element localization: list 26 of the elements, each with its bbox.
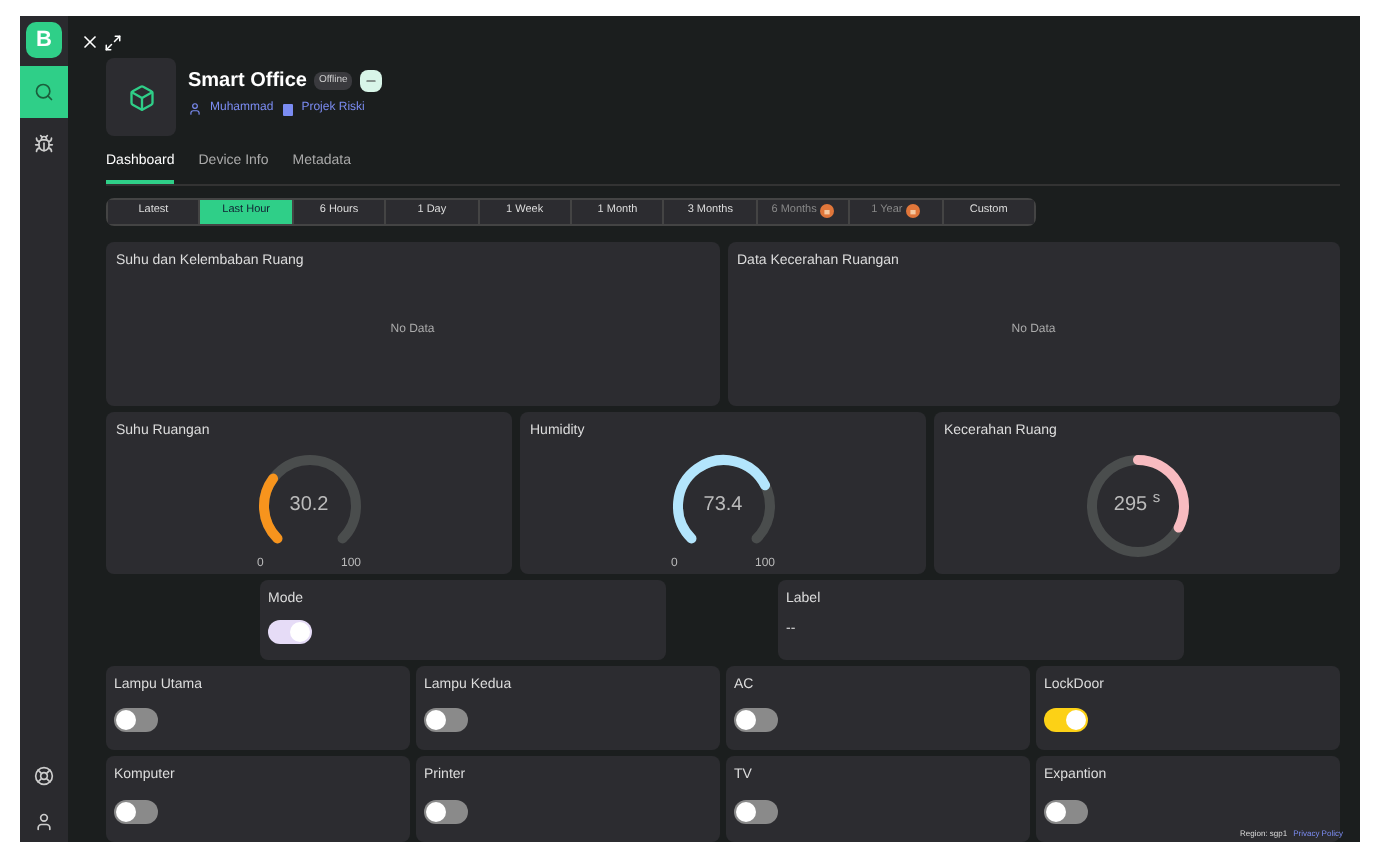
search-icon	[34, 82, 54, 102]
toggle-switch[interactable]	[114, 708, 158, 732]
gauge-value: 73.4	[703, 492, 743, 520]
clipboard-icon	[281, 102, 294, 116]
device-name: Smart Office	[188, 68, 307, 96]
toggle-switch[interactable]	[734, 799, 778, 824]
gauge-value: 30.2	[289, 492, 329, 520]
close-icon[interactable]	[80, 32, 100, 52]
toggle-switch[interactable]	[1044, 708, 1088, 732]
collapse-button[interactable]	[359, 70, 382, 92]
minus-icon	[363, 74, 378, 88]
expand-icon[interactable]	[104, 33, 122, 51]
bug-icon	[34, 134, 54, 154]
toggle-switch[interactable]	[734, 708, 778, 732]
toggle-switch[interactable]	[114, 799, 158, 824]
toggle-switch[interactable]	[424, 708, 468, 732]
cube-icon	[127, 83, 155, 111]
lock-badge-icon	[906, 204, 921, 218]
toggle-switch[interactable]	[268, 620, 312, 644]
lock-badge-icon	[820, 204, 835, 218]
user-icon[interactable]	[34, 812, 54, 832]
toggle-switch[interactable]	[424, 799, 468, 824]
user-icon	[188, 102, 202, 116]
gauge-value: 295 $^{s}$	[1113, 490, 1161, 520]
help-icon[interactable]	[34, 766, 54, 786]
toggle-switch[interactable]	[1044, 799, 1088, 824]
